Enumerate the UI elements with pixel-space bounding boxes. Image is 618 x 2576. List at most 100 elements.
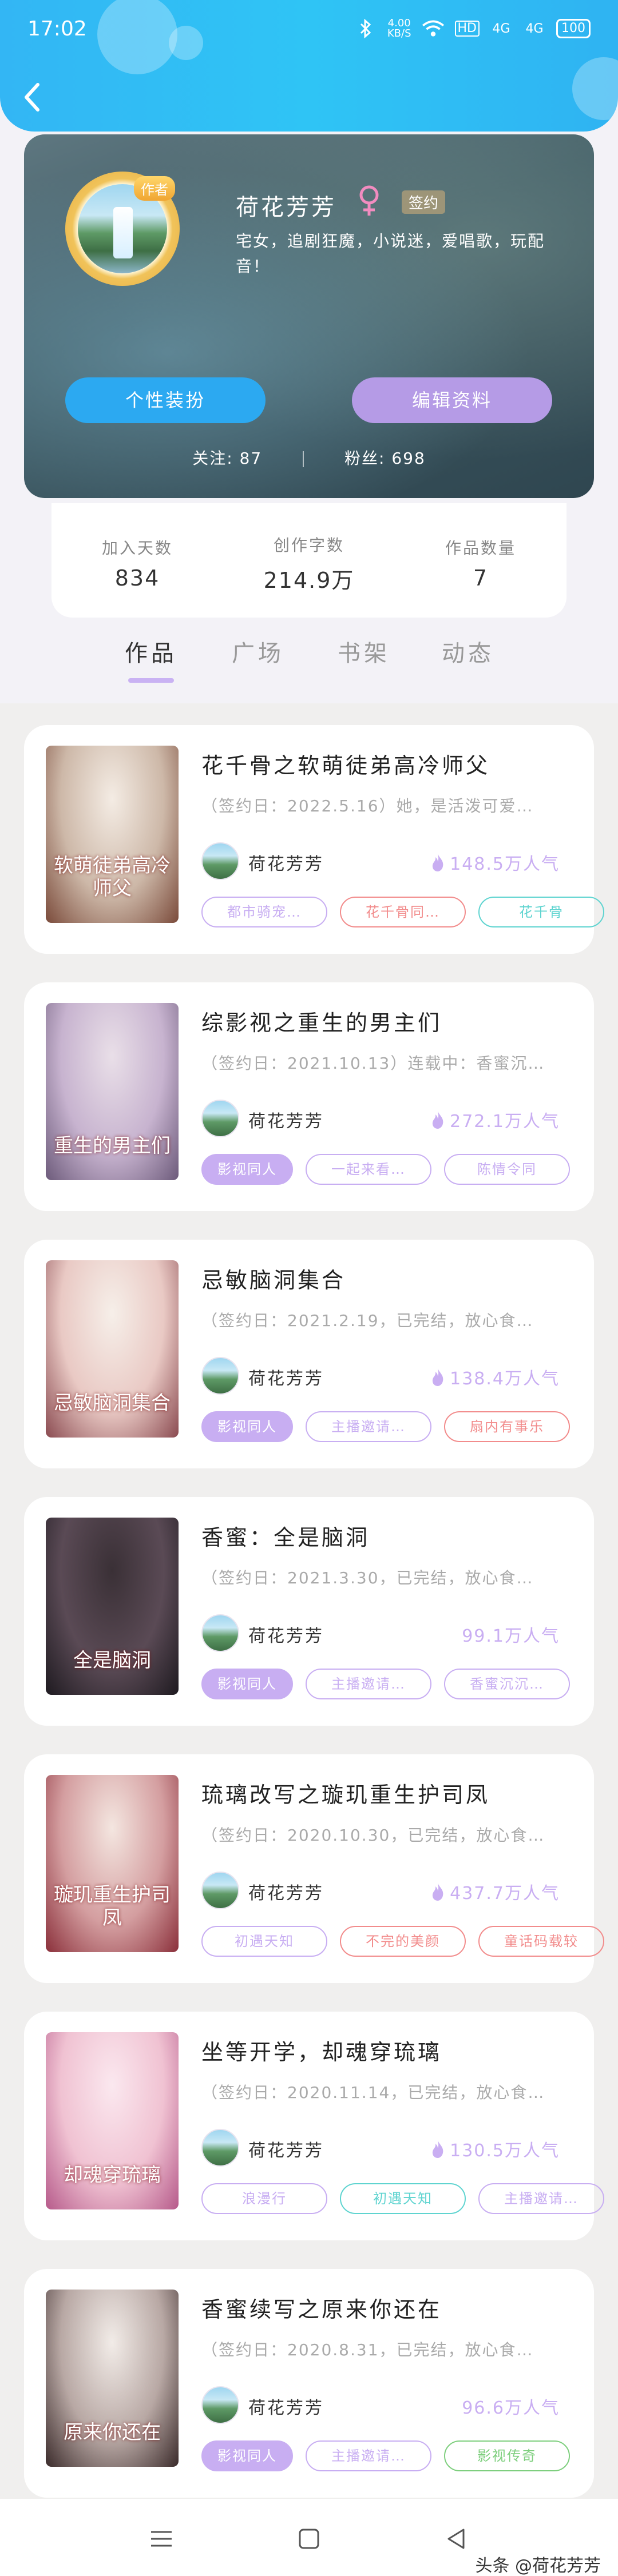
home-icon[interactable] — [292, 2522, 326, 2556]
signal-4g-2: 4G — [525, 21, 544, 36]
book-title[interactable]: 香蜜续写之原来你还在 — [201, 2292, 442, 2323]
popularity: 96.6万人气 — [462, 2394, 560, 2419]
popularity-text: 96.6万人气 — [462, 2398, 560, 2418]
tag-chip[interactable]: 一起来看… — [306, 1154, 431, 1185]
tag-chip[interactable]: 影视传奇 — [444, 2440, 570, 2471]
book-title[interactable]: 花千骨之软萌徒弟高冷师父 — [201, 748, 490, 779]
female-icon — [359, 185, 379, 216]
tag-chip[interactable]: 主播邀请… — [306, 1669, 431, 1699]
book-cover-image[interactable]: 原来你还在 — [46, 2290, 179, 2467]
book-title[interactable]: 坐等开学，却魂穿琉璃 — [201, 2034, 442, 2066]
book-cover-image[interactable]: 全是脑洞 — [46, 1518, 179, 1695]
tag-chip[interactable]: 香蜜沉沉… — [444, 1669, 570, 1699]
book-cover-image[interactable]: 软萌徒弟高冷师父 — [46, 746, 179, 923]
author-name: 荷花芳芳 — [248, 2141, 324, 2161]
tag-chip[interactable]: 童话码载较 — [478, 1926, 604, 1957]
author-name: 荷花芳芳 — [248, 2398, 324, 2418]
tag-chip[interactable]: 影视同人 — [201, 1669, 293, 1699]
popularity-text: 138.4万人气 — [450, 1369, 560, 1389]
tag-chip[interactable]: 花千骨 — [478, 897, 604, 927]
status-time: 17:02 — [27, 17, 87, 41]
book-cover-image[interactable]: 忌敏脑洞集合 — [46, 1260, 179, 1438]
wifi-icon — [422, 20, 444, 37]
stat-value: 7 — [473, 566, 489, 591]
book-title[interactable]: 综影视之重生的男主们 — [201, 1005, 442, 1037]
header-background: 17:02 4.00 KB/S HD 4G 4G 100 — [0, 0, 618, 132]
tab-activity[interactable]: 动态 — [442, 635, 494, 668]
book-card[interactable]: 璇玑重生护司凤 琉璃改写之璇玑重生护司凤 （签约日：2020.10.30，已完结… — [24, 1754, 604, 1983]
book-card[interactable]: 软萌徒弟高冷师父 花千骨之软萌徒弟高冷师父 （签约日：2022.5.16）她，是… — [24, 725, 604, 954]
book-description: （签约日：2021.10.13）连载中：香蜜沉… — [201, 1054, 545, 1073]
stat-days: 加入天数 834 — [52, 536, 223, 591]
menu-icon[interactable] — [144, 2522, 179, 2556]
battery-indicator: 100 — [556, 19, 591, 38]
book-title[interactable]: 香蜜：全是脑洞 — [201, 1520, 370, 1551]
book-list: 软萌徒弟高冷师父 花千骨之软萌徒弟高冷师父 （签约日：2022.5.16）她，是… — [0, 703, 618, 2499]
tab-bar: 作品 广场 书架 动态 — [0, 629, 618, 703]
cover-title: 原来你还在 — [64, 2421, 161, 2444]
book-description: （签约日：2022.5.16）她，是活泼可爱… — [201, 797, 534, 815]
tag-chip[interactable]: 主播邀请… — [306, 2440, 431, 2471]
tag-chip[interactable]: 主播邀请… — [306, 1411, 431, 1442]
tab-bookshelf[interactable]: 书架 — [338, 635, 390, 668]
book-cover-image[interactable]: 璇玑重生护司凤 — [46, 1775, 179, 1952]
book-card[interactable]: 重生的男主们 综影视之重生的男主们 （签约日：2021.10.13）连载中：香蜜… — [24, 982, 594, 1211]
book-description: （签约日：2021.3.30，已完结，放心食… — [201, 1568, 534, 1587]
tag-chip[interactable]: 浪漫行 — [201, 2183, 327, 2214]
book-title[interactable]: 琉璃改写之璇玑重生护司凤 — [201, 1777, 490, 1809]
book-card[interactable]: 原来你还在 香蜜续写之原来你还在 （签约日：2020.8.31，已完结，放心食…… — [24, 2269, 594, 2498]
edit-profile-button[interactable]: 编辑资料 — [352, 377, 552, 423]
tag-chip[interactable]: 都市骑宠… — [201, 897, 327, 927]
back-arrow-icon[interactable] — [21, 80, 43, 114]
decor-bubble — [572, 57, 618, 120]
tag-chip[interactable]: 影视同人 — [201, 1154, 293, 1185]
tag-chip[interactable]: 不完的美颜 — [340, 1926, 466, 1957]
author-avatar — [201, 842, 239, 880]
tag-chip[interactable]: 影视同人 — [201, 2440, 293, 2471]
book-cover-image[interactable]: 重生的男主们 — [46, 1003, 179, 1180]
tag-chip[interactable]: 扇内有事乐 — [444, 1411, 570, 1442]
tag-chip[interactable]: 影视同人 — [201, 1411, 293, 1442]
author-avatar — [201, 2386, 239, 2424]
book-title[interactable]: 忌敏脑洞集合 — [201, 1263, 346, 1294]
tag-chip[interactable]: 花千骨同… — [340, 897, 466, 927]
profile-name: 荷花芳芳 — [236, 194, 336, 221]
cover-title: 全是脑洞 — [73, 1649, 151, 1672]
popularity: 99.1万人气 — [462, 1622, 560, 1647]
stat-label: 加入天数 — [101, 539, 173, 558]
cover-title: 软萌徒弟高冷师父 — [54, 854, 171, 900]
tag-row: 影视同人 主播邀请… 扇内有事乐 — [201, 1411, 570, 1442]
outfit-button[interactable]: 个性装扮 — [65, 377, 266, 423]
flame-icon — [432, 1111, 443, 1129]
tag-chip[interactable]: 初遇天知 — [201, 1926, 327, 1957]
book-card[interactable]: 忌敏脑洞集合 忌敏脑洞集合 （签约日：2021.2.19，已完结，放心食… 荷花… — [24, 1240, 594, 1468]
stat-label: 创作字数 — [273, 535, 344, 555]
tab-works[interactable]: 作品 — [125, 635, 177, 683]
following-count[interactable]: 关注: 87 — [192, 449, 262, 468]
fans-count[interactable]: 粉丝: 698 — [344, 449, 426, 468]
book-cover-image[interactable]: 却魂穿琉璃 — [46, 2032, 179, 2209]
tag-chip[interactable]: 陈情令同 — [444, 1154, 570, 1185]
hd-indicator: HD — [454, 21, 480, 37]
author-badge: 作者 — [134, 176, 175, 201]
cover-title: 璇玑重生护司凤 — [54, 1884, 171, 1929]
tag-row: 影视同人 主播邀请… 香蜜沉沉… — [201, 1669, 570, 1699]
popularity: 130.5万人气 — [430, 2136, 560, 2161]
stat-works: 作品数量 7 — [395, 536, 566, 591]
book-card[interactable]: 却魂穿琉璃 坐等开学，却魂穿琉璃 （签约日：2020.11.14，已完结，放心食… — [24, 2012, 604, 2240]
tab-square[interactable]: 广场 — [232, 635, 284, 668]
tab-label: 广场 — [232, 640, 284, 667]
tag-chip[interactable]: 初遇天知 — [340, 2183, 466, 2214]
book-description: （签约日：2020.10.30，已完结，放心食… — [201, 1826, 545, 1845]
tab-label: 动态 — [442, 640, 494, 667]
back-triangle-icon[interactable] — [439, 2522, 474, 2556]
tab-label: 书架 — [338, 640, 390, 667]
tag-row: 浪漫行 初遇天知 主播邀请… — [201, 2183, 604, 2214]
flame-icon — [432, 854, 443, 871]
author-avatar — [201, 1357, 239, 1395]
avatar[interactable]: 作者 — [65, 172, 180, 286]
stats-card: 加入天数 834 创作字数 214.9万 作品数量 7 — [52, 503, 566, 618]
popularity: 437.7万人气 — [430, 1879, 560, 1904]
book-card[interactable]: 全是脑洞 香蜜：全是脑洞 （签约日：2021.3.30，已完结，放心食… 荷花芳… — [24, 1497, 594, 1726]
tag-chip[interactable]: 主播邀请… — [478, 2183, 604, 2214]
